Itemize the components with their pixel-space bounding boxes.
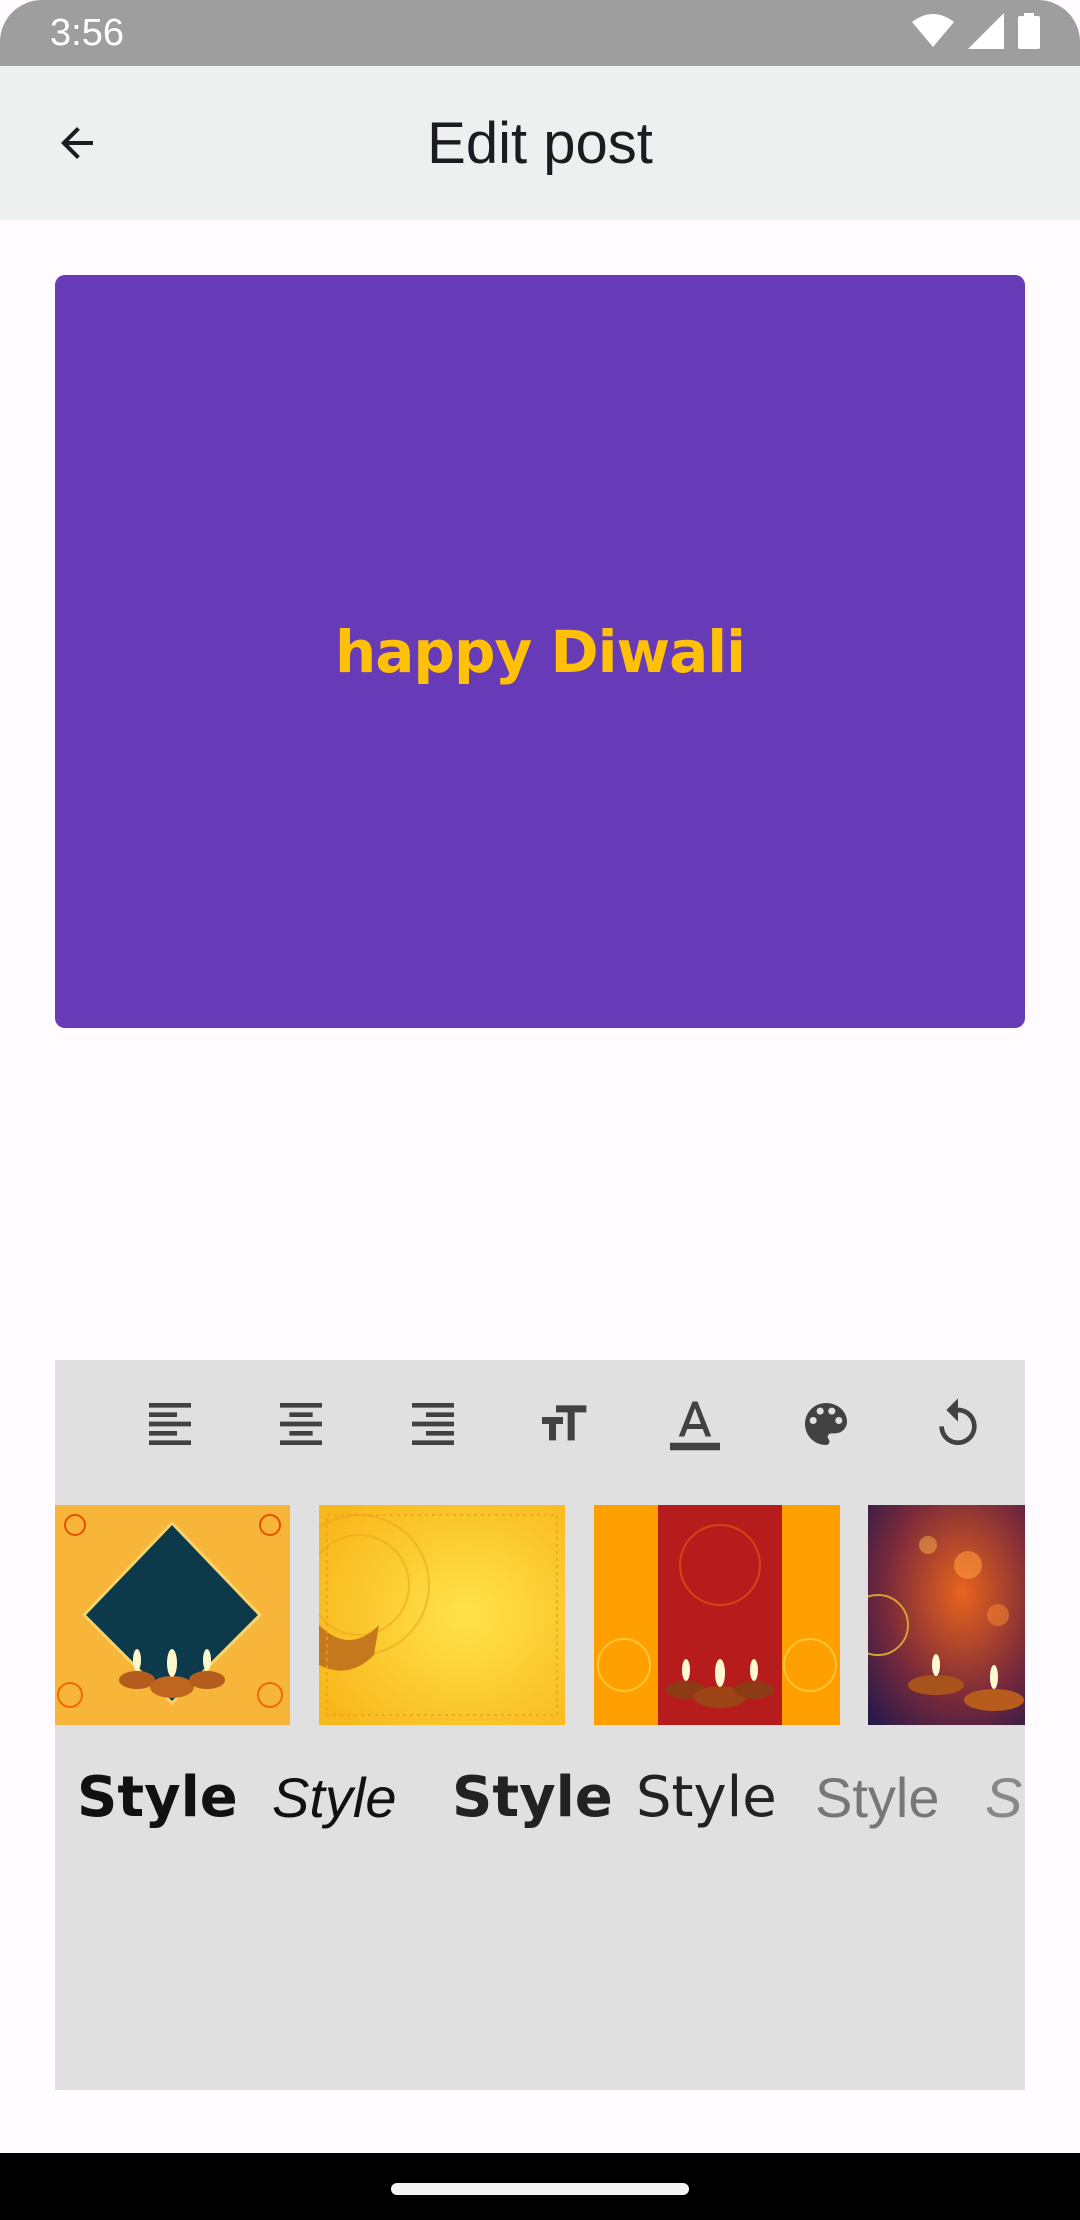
navigation-bar [0, 2153, 1080, 2220]
font-style-bold[interactable]: Style [77, 1760, 238, 1836]
formatting-toolbar [55, 1360, 1025, 1490]
font-style-strip[interactable]: Style Style Style Style Style St [55, 1760, 1025, 1840]
post-text[interactable]: happy Diwali [335, 618, 746, 686]
font-style-light-italic[interactable]: St [985, 1760, 1025, 1836]
status-icons [912, 12, 1040, 54]
diwali-purple-bokeh-background[interactable] [868, 1505, 1025, 1725]
align-right-button[interactable] [400, 1393, 466, 1459]
text-color-button[interactable] [662, 1393, 728, 1459]
diwali-yellow-mandala-background[interactable] [319, 1505, 565, 1725]
align-left-icon [142, 1396, 198, 1457]
status-bar: 3:56 [0, 0, 1080, 66]
text-size-button[interactable] [530, 1393, 596, 1459]
arrow-back-icon [53, 119, 101, 172]
font-style-light[interactable]: Style [815, 1760, 940, 1836]
reset-icon [930, 1396, 986, 1457]
align-left-button[interactable] [137, 1393, 203, 1459]
text-color-icon [665, 1394, 725, 1459]
post-preview[interactable]: happy Diwali [55, 275, 1025, 1028]
battery-icon [1018, 12, 1040, 54]
align-center-button[interactable] [268, 1393, 334, 1459]
home-handle[interactable] [391, 2183, 689, 2195]
editor-panel: Style Style Style Style Style St [55, 1360, 1025, 2090]
signal-icon [968, 12, 1004, 54]
app-bar: Edit post [0, 66, 1080, 220]
background-thumbnail-strip[interactable] [55, 1505, 1025, 1725]
font-style-semibold[interactable]: Style [452, 1760, 613, 1836]
palette-button[interactable] [793, 1393, 859, 1459]
back-button[interactable] [42, 110, 112, 180]
font-style-italic[interactable]: Style [272, 1760, 397, 1836]
diwali-red-orange-diya-background[interactable] [594, 1505, 840, 1725]
font-style-regular[interactable]: Style [636, 1760, 777, 1836]
align-right-icon [405, 1396, 461, 1457]
page-title: Edit post [427, 110, 653, 176]
palette-icon [798, 1396, 854, 1457]
diwali-diya-diamond-background[interactable] [55, 1505, 290, 1725]
align-center-icon [273, 1396, 329, 1457]
text-size-icon [535, 1396, 591, 1457]
status-time: 3:56 [50, 12, 124, 54]
wifi-icon [912, 13, 954, 53]
reset-button[interactable] [925, 1393, 991, 1459]
